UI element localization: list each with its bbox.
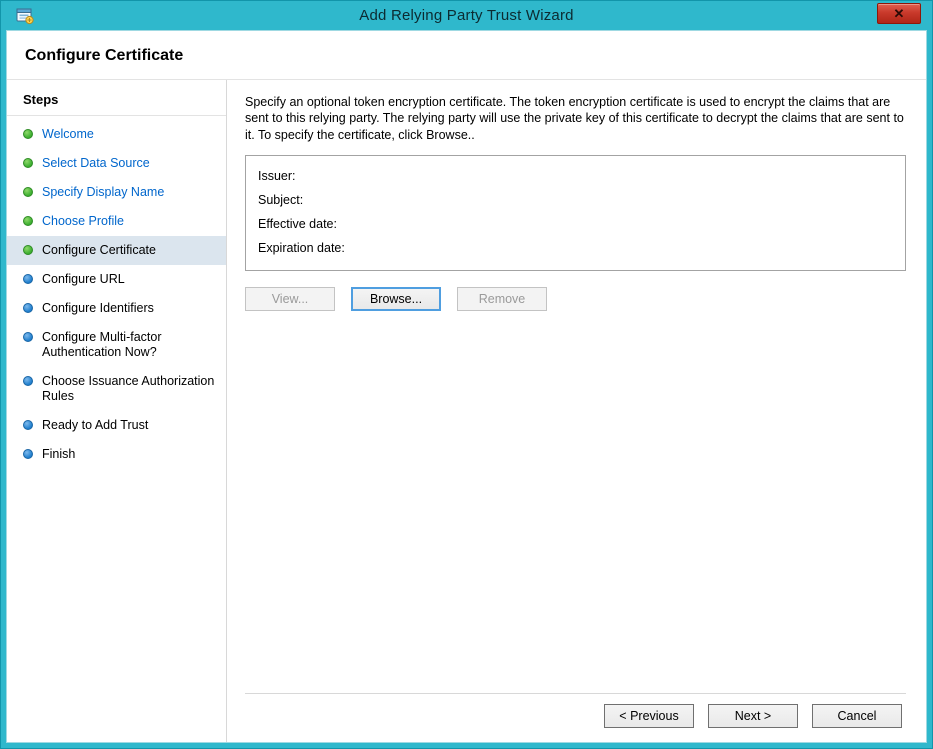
close-icon: ✕	[894, 6, 905, 22]
step-label: Configure URL	[42, 272, 125, 287]
page-title: Configure Certificate	[7, 31, 926, 80]
step-label: Choose Issuance Authorization Rules	[42, 374, 218, 404]
wizard-footer: < Previous Next > Cancel	[245, 693, 906, 742]
step-label: Configure Multi-factor Authentication No…	[42, 330, 218, 360]
wizard-dialog: Configure Certificate Steps Welcome Sele…	[6, 30, 927, 743]
step-item-choose-issuance-rules: Choose Issuance Authorization Rules	[7, 367, 226, 411]
certificate-details-box: Issuer: Subject: Effective date: Expirat…	[245, 155, 906, 271]
step-item-finish: Finish	[7, 440, 226, 469]
main-panel: Specify an optional token encryption cer…	[227, 80, 926, 742]
step-label: Finish	[42, 447, 75, 462]
remove-button: Remove	[457, 287, 547, 311]
page-description: Specify an optional token encryption cer…	[245, 94, 906, 143]
cert-field-expiration-date: Expiration date:	[258, 236, 893, 260]
step-item-select-data-source[interactable]: Select Data Source	[7, 149, 226, 178]
window-title: Add Relying Party Trust Wizard	[6, 7, 927, 24]
step-status-icon	[23, 216, 33, 226]
step-item-configure-identifiers: Configure Identifiers	[7, 294, 226, 323]
step-item-configure-url: Configure URL	[7, 265, 226, 294]
step-status-icon	[23, 129, 33, 139]
steps-sidebar: Steps Welcome Select Data Source Specify…	[7, 80, 227, 742]
step-label: Ready to Add Trust	[42, 418, 148, 433]
cert-field-label: Issuer:	[258, 167, 296, 185]
cert-field-issuer: Issuer:	[258, 164, 893, 188]
step-item-ready-to-add-trust: Ready to Add Trust	[7, 411, 226, 440]
certificate-actions: View... Browse... Remove	[245, 287, 906, 311]
step-label: Choose Profile	[42, 214, 124, 229]
step-item-choose-profile[interactable]: Choose Profile	[7, 207, 226, 236]
browse-button[interactable]: Browse...	[351, 287, 441, 311]
cancel-button[interactable]: Cancel	[812, 704, 902, 728]
step-label: Specify Display Name	[42, 185, 164, 200]
step-label: Welcome	[42, 127, 94, 142]
titlebar[interactable]: Add Relying Party Trust Wizard ✕	[6, 1, 927, 30]
cert-field-label: Expiration date:	[258, 239, 345, 257]
step-label: Configure Identifiers	[42, 301, 154, 316]
view-button: View...	[245, 287, 335, 311]
step-status-icon	[23, 274, 33, 284]
step-status-icon	[23, 187, 33, 197]
step-status-icon	[23, 303, 33, 313]
step-status-icon	[23, 245, 33, 255]
step-label: Configure Certificate	[42, 243, 156, 258]
step-label: Select Data Source	[42, 156, 150, 171]
wizard-window: Add Relying Party Trust Wizard ✕ Configu…	[0, 0, 933, 749]
step-item-specify-display-name[interactable]: Specify Display Name	[7, 178, 226, 207]
steps-header: Steps	[7, 86, 226, 116]
step-status-icon	[23, 332, 33, 342]
cert-field-label: Effective date:	[258, 215, 337, 233]
step-status-icon	[23, 376, 33, 386]
cert-field-effective-date: Effective date:	[258, 212, 893, 236]
step-status-icon	[23, 158, 33, 168]
step-item-configure-mfa: Configure Multi-factor Authentication No…	[7, 323, 226, 367]
cert-field-subject: Subject:	[258, 188, 893, 212]
step-status-icon	[23, 449, 33, 459]
step-item-configure-certificate[interactable]: Configure Certificate	[7, 236, 226, 265]
step-item-welcome[interactable]: Welcome	[7, 120, 226, 149]
cert-field-label: Subject:	[258, 191, 303, 209]
next-button[interactable]: Next >	[708, 704, 798, 728]
close-button[interactable]: ✕	[877, 3, 921, 24]
step-status-icon	[23, 420, 33, 430]
previous-button[interactable]: < Previous	[604, 704, 694, 728]
